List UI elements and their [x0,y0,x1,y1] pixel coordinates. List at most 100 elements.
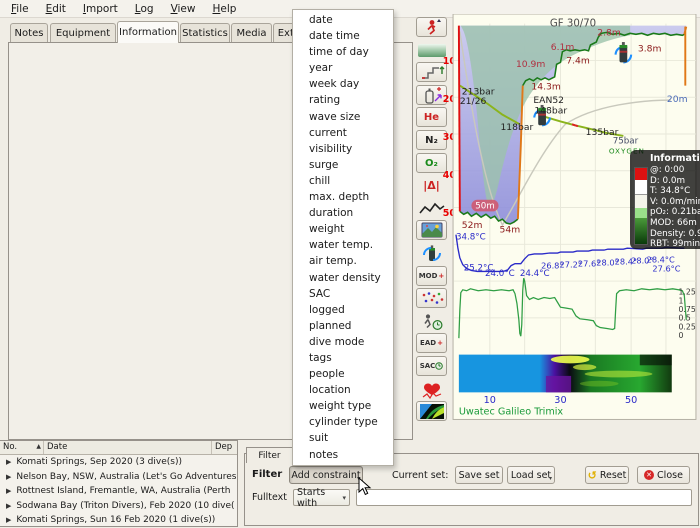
expander-icon[interactable]: ▶ [6,473,11,481]
po2-tick: 0.75 [679,305,696,314]
constraint-menu-item[interactable]: people [293,366,393,382]
descent-line [459,26,460,212]
avg-depth-label: 20m [667,94,688,105]
dive-trip-row[interactable]: ▶Komati Springs, Sun 16 Feb 2020 (1 dive… [0,513,237,528]
ndl-button[interactable] [416,311,447,331]
tissue-heatmap [459,355,672,393]
tissue-heatmap-button[interactable] [416,401,447,421]
menu-item[interactable]: File [4,2,36,16]
fulltext-input[interactable] [356,489,692,506]
dive-list-header: No.▲ Date Dep [0,441,237,455]
gas-annotation: 21/26 [460,96,487,107]
ead-button[interactable]: EAD+ [416,333,447,353]
close-button[interactable]: ✕Close [637,466,690,484]
ascent-rate-button[interactable] [416,17,447,37]
constraint-menu-item[interactable]: visibility [293,141,393,157]
current-set-label: Current set: [392,470,448,481]
pressure-annotation: 118bar [500,122,533,133]
constraint-menu-item[interactable]: week day [293,76,393,92]
constraint-menu-item[interactable]: dive mode [293,334,393,350]
expander-icon[interactable]: ▶ [6,516,11,524]
tab-information[interactable]: Information [117,21,179,43]
photos-button[interactable] [416,220,447,240]
constraint-menu-item[interactable]: rating [293,92,393,108]
mod-button[interactable]: MOD+ [416,266,447,286]
constraint-menu-item[interactable]: planned [293,318,393,334]
chart-title: GF 30/70 [550,19,596,30]
po2-tick: 0.25 [679,322,696,331]
depth-annotation: 10.9m [516,59,545,70]
depth-annotation: 52m [462,220,483,231]
he-graph-button[interactable]: He [416,107,447,127]
constraint-menu-item[interactable]: weight [293,221,393,237]
runner-clock-icon [419,312,445,331]
expander-icon[interactable]: ▶ [6,458,11,466]
fulltext-mode-select[interactable]: Starts with▾ [293,489,350,506]
constraint-menu-item[interactable]: duration [293,205,393,221]
gas-change-marker-button[interactable] [416,243,447,263]
sac-button[interactable]: SAC [416,356,447,376]
dive-trip-row[interactable]: ▶Rottnest Island, Fremantle, WA, Austral… [0,484,237,499]
constraint-menu-item[interactable]: tags [293,350,393,366]
particles-button[interactable] [416,288,447,308]
dive-trip-row[interactable]: ▶Komati Springs, Sep 2020 (3 dive(s)) [0,455,237,470]
add-constraint-button[interactable]: Add constraint ▾ [289,466,363,484]
pressure-annotation: 148bar [534,106,567,117]
constraint-menu-item[interactable]: chill [293,173,393,189]
constraint-menu-item[interactable]: cylinder type [293,414,393,430]
chevron-down-icon: ▾ [342,494,346,502]
constraint-menu-item[interactable]: weight type [293,398,393,414]
menu-item[interactable]: Import [76,2,125,16]
menu-item[interactable]: Help [205,2,243,16]
constraint-menu-item[interactable]: max. depth [293,189,393,205]
ceiling-gradient-icon [418,44,446,57]
constraint-menu-item[interactable]: SAC [293,286,393,302]
column-header-depth[interactable]: Dep [212,441,236,454]
po2-tick: 1.25 [679,288,696,297]
expander-icon[interactable]: ▶ [6,487,11,495]
deco-depth-label: 50m [475,202,495,212]
constraint-menu-item[interactable]: time of day [293,44,393,60]
constraint-menu-item[interactable]: notes [293,447,393,463]
constraint-menu-item[interactable]: date time [293,28,393,44]
column-header-date[interactable]: Date [44,441,212,454]
po2-tick: 1 [679,296,684,305]
filter-tab[interactable]: Filter [246,447,293,463]
constraint-menu-item[interactable]: water density [293,270,393,286]
load-set-button[interactable]: Load set▾ [507,466,555,484]
tab-equipment[interactable]: Equipment [50,23,116,42]
save-set-button[interactable]: Save set [455,466,503,484]
sort-ascending-icon: ▲ [36,443,41,450]
fulltext-label: Fulltext [252,492,287,503]
menu-item[interactable]: Log [128,2,161,16]
constraint-menu-item[interactable]: current [293,125,393,141]
plus-icon: + [438,272,444,280]
tab-notes[interactable]: Notes [10,23,48,42]
menu-item[interactable]: View [164,2,203,16]
dive-trip-row[interactable]: ▶Sodwana Bay (Triton Divers), Feb 2020 (… [0,499,237,514]
constraint-menu-item[interactable]: year [293,60,393,76]
constraint-menu-item[interactable]: date [293,12,393,28]
column-header-number[interactable]: No.▲ [0,441,44,454]
plus-icon: + [437,339,443,347]
constraint-menu-item[interactable]: surge [293,157,393,173]
depth-annotation: 2.8m [597,27,621,38]
tab-statistics[interactable]: Statistics [180,23,230,42]
constraint-menu-item[interactable]: suit [293,430,393,446]
constraint-menu-item[interactable]: water temp. [293,237,393,253]
tank-change-icon [419,244,445,263]
close-icon: ✕ [644,470,654,480]
reset-button[interactable]: ↺Reset [585,466,629,484]
dive-trip-row[interactable]: ▶Nelson Bay, NSW, Australia (Let's Go Ad… [0,470,237,485]
heart-icon [419,380,445,399]
constraint-menu-item[interactable]: logged [293,302,393,318]
heartrate-button[interactable] [416,379,447,399]
tab-media[interactable]: Media [231,23,272,42]
constraint-menu-item[interactable]: air temp. [293,253,393,269]
profile-info-tooltip: Information @: 0:00 D: 0.0m T: 34.8°C V:… [630,150,700,249]
expander-icon[interactable]: ▶ [6,502,11,510]
filter-label: Filter [252,469,282,480]
constraint-menu-item[interactable]: wave size [293,109,393,125]
constraint-menu-item[interactable]: location [293,382,393,398]
menu-item[interactable]: Edit [39,2,73,16]
